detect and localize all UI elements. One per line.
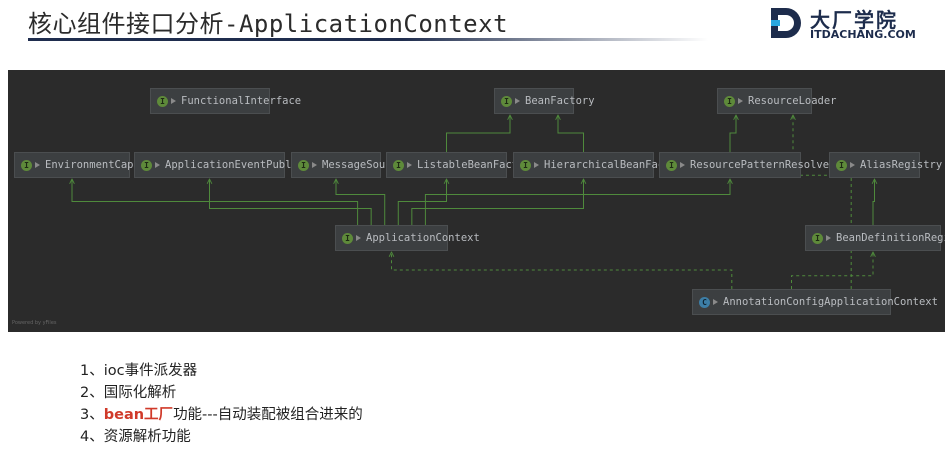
interface-icon: I: [666, 159, 677, 171]
node-application-context[interactable]: I ApplicationContext: [335, 225, 480, 251]
node-label: FunctionalInterface: [181, 95, 302, 107]
public-marker-icon: [850, 162, 855, 168]
note-text: 功能---自动装配被组合进来的: [173, 407, 363, 423]
notes-list: 1、ioc事件派发器 2、国际化解析 3、bean工厂功能---自动装配被组合进…: [80, 360, 363, 448]
inheritance-edge: [397, 179, 446, 225]
node-annotation-config-application-context[interactable]: C AnnotationConfigApplicationContext: [692, 289, 938, 315]
note-number: 2、: [80, 385, 104, 401]
brand-logo-icon: [771, 8, 801, 38]
node-label: BeanFactory: [525, 95, 595, 107]
node-resource-pattern-resolver[interactable]: I ResourcePatternResolver: [659, 152, 835, 178]
node-resource-loader[interactable]: I ResourceLoader: [717, 88, 837, 114]
node-alias-registry[interactable]: I AliasRegistry: [829, 152, 942, 178]
node-hierarchical-bean-factory[interactable]: I HierarchicalBeanFactory: [513, 152, 689, 178]
public-marker-icon: [356, 235, 361, 241]
note-text: ioc事件派发器: [103, 363, 198, 379]
note-number: 3、: [80, 407, 104, 423]
node-label: ApplicationContext: [366, 232, 480, 244]
interface-icon: I: [141, 159, 152, 171]
interface-icon: I: [836, 159, 847, 171]
inheritance-edge: [729, 115, 736, 152]
diagram-watermark: Powered by yFiles: [12, 320, 57, 326]
node-bean-factory[interactable]: I BeanFactory: [494, 88, 595, 114]
node-message-source[interactable]: I MessageSource: [291, 152, 404, 178]
public-marker-icon: [407, 162, 412, 168]
node-label: AnnotationConfigApplicationContext: [723, 296, 938, 308]
public-marker-icon: [155, 162, 160, 168]
inheritance-edge: [793, 115, 852, 289]
public-marker-icon: [171, 98, 176, 104]
node-label: AliasRegistry: [860, 159, 943, 171]
list-item: 4、资源解析功能: [80, 426, 363, 448]
public-marker-icon: [515, 98, 520, 104]
public-marker-icon: [680, 162, 685, 168]
node-label: ResourcePatternResolver: [690, 159, 836, 171]
brand-url: ITDACHANG.COM: [810, 28, 916, 41]
brand-logo: 大厂学院 ITDACHANG.COM: [768, 4, 938, 44]
node-environment-capable[interactable]: I EnvironmentCapable: [14, 152, 159, 178]
slide-title: 核心组件接口分析-ApplicationContext: [28, 10, 509, 38]
note-text: 国际化解析: [103, 385, 177, 401]
list-item: 1、ioc事件派发器: [80, 360, 363, 382]
note-text: 资源解析功能: [103, 429, 191, 445]
node-bean-definition-registry[interactable]: I BeanDefinitionRegistry: [805, 225, 945, 251]
interface-icon: I: [812, 232, 823, 244]
node-application-event-publisher[interactable]: I ApplicationEventPublisher: [134, 152, 323, 178]
node-label: ResourceLoader: [748, 95, 837, 107]
class-icon: C: [699, 296, 710, 308]
public-marker-icon: [35, 162, 40, 168]
node-listable-bean-factory[interactable]: I ListableBeanFactory: [386, 152, 537, 178]
interface-icon: I: [342, 232, 353, 244]
interface-icon: I: [520, 159, 531, 171]
interface-icon: I: [724, 95, 735, 107]
inheritance-edge: [446, 115, 511, 152]
interface-icon: I: [157, 95, 168, 107]
public-marker-icon: [534, 162, 539, 168]
inheritance-edge: [558, 115, 584, 152]
inheritance-edge: [72, 179, 359, 225]
note-number: 1、: [80, 363, 104, 379]
public-marker-icon: [826, 235, 831, 241]
interface-icon: I: [21, 159, 32, 171]
note-highlight: bean工厂: [103, 407, 174, 423]
list-item: 3、bean工厂功能---自动装配被组合进来的: [80, 404, 363, 426]
title-underline: [28, 38, 708, 41]
public-marker-icon: [312, 162, 317, 168]
node-label: BeanDefinitionRegistry: [836, 232, 945, 244]
note-number: 4、: [80, 429, 104, 445]
public-marker-icon: [738, 98, 743, 104]
node-functional-interface[interactable]: I FunctionalInterface: [150, 88, 301, 114]
interface-icon: I: [393, 159, 404, 171]
class-hierarchy-diagram: I FunctionalInterface I BeanFactory I Resou…: [8, 70, 945, 332]
inheritance-edge: [424, 179, 730, 225]
interface-icon: I: [501, 95, 512, 107]
inheritance-edge: [791, 252, 874, 289]
public-marker-icon: [713, 299, 718, 305]
inheritance-edge: [392, 252, 733, 289]
inheritance-edge: [873, 179, 875, 225]
list-item: 2、国际化解析: [80, 382, 363, 404]
interface-icon: I: [298, 159, 309, 171]
